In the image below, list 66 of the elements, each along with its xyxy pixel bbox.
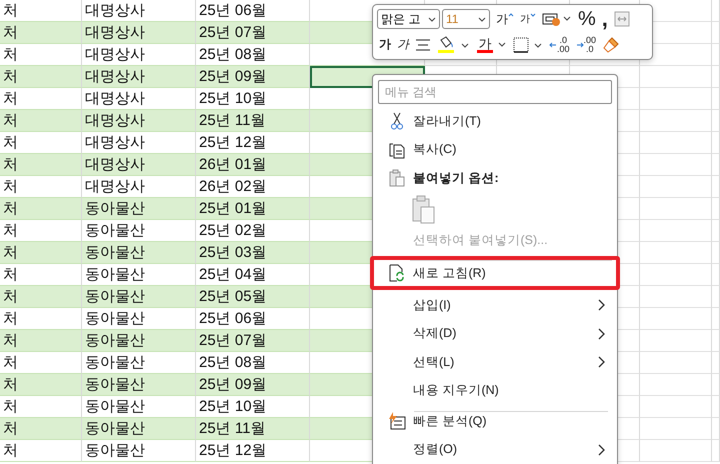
menu-item[interactable]: 잘라내기(T)	[374, 107, 616, 136]
table-cell: 처	[0, 22, 82, 44]
table-cell: 처	[0, 440, 82, 462]
decrease-font-size-button[interactable]: 가	[518, 8, 538, 30]
caret-up-icon	[508, 12, 514, 18]
italic-button[interactable]: 가	[395, 34, 411, 56]
table-cell: 대명상사	[82, 66, 196, 88]
table-cell: 동아물산	[82, 374, 196, 396]
menu-section-heading: 붙여넣기 옵션:	[374, 164, 616, 192]
clipboard-icon	[388, 169, 404, 188]
table-cell: 동아물산	[82, 198, 196, 220]
font-color-button[interactable]: 가	[475, 34, 509, 56]
table-cell: 동아물산	[82, 440, 196, 462]
menu-item[interactable]: 복사(C)	[374, 136, 616, 164]
table-cell: 25년 09월	[196, 66, 310, 88]
chevron-down-icon	[478, 16, 486, 22]
table-cell: 25년 05월	[196, 286, 310, 308]
scissors-icon	[390, 112, 402, 130]
table-cell: 25년 07월	[196, 22, 310, 44]
table-cell: 처	[0, 154, 82, 176]
menu-search-field[interactable]: 메뉴 검색	[378, 80, 612, 104]
quick-analysis-icon	[388, 412, 406, 430]
menu-item[interactable]: 새로 고침(R)	[370, 256, 620, 290]
table-cell: 25년 01월	[196, 198, 310, 220]
table-cell: 대명상사	[82, 22, 196, 44]
table-cell: 처	[0, 66, 82, 88]
table-cell: 대명상사	[82, 110, 196, 132]
bold-button[interactable]: 가	[377, 34, 393, 56]
increase-font-size-button[interactable]: 가	[494, 8, 516, 30]
refresh-icon	[388, 264, 404, 282]
table-cell: 처	[0, 330, 82, 352]
comma-style-button[interactable]: ,	[600, 8, 610, 30]
decrease-decimal-button[interactable]: .00 .0	[574, 34, 598, 56]
align-center-icon	[415, 38, 431, 52]
arrow-right-icon	[576, 42, 584, 48]
table-cell: 25년 11월	[196, 110, 310, 132]
table-cell: 26년 01월	[196, 154, 310, 176]
table-cell: 처	[0, 110, 82, 132]
table-cell: 처	[0, 198, 82, 220]
table-cell: 25년 12월	[196, 440, 310, 462]
table-cell: 동아물산	[82, 330, 196, 352]
menu-item[interactable]: 선택(L)	[374, 348, 616, 376]
table-cell: 25년 11월	[196, 418, 310, 440]
table-cell: 처	[0, 242, 82, 264]
menu-item[interactable]: 삽입(I)	[374, 291, 616, 320]
copy-icon	[388, 140, 404, 159]
chevron-down-icon	[428, 16, 436, 22]
table-cell: 처	[0, 374, 82, 396]
table-cell: 대명상사	[82, 154, 196, 176]
table-cell: 동아물산	[82, 286, 196, 308]
percent-button[interactable]: %	[576, 8, 598, 30]
table-cell: 25년 09월	[196, 374, 310, 396]
increase-decimal-button[interactable]: .0 .00	[547, 34, 572, 56]
caret-down-icon	[530, 12, 536, 18]
menu-item[interactable]: 내용 지우기(N)	[374, 376, 616, 405]
table-cell: 25년 03월	[196, 242, 310, 264]
menu-item[interactable]: 삭제(D)	[374, 320, 616, 348]
menu-item[interactable]: 정렬(O)	[374, 436, 616, 464]
table-cell: 처	[0, 286, 82, 308]
chevron-down-icon	[497, 42, 507, 48]
table-cell: 처	[0, 418, 82, 440]
font-dropdown[interactable]: 맑은 고	[377, 9, 440, 30]
table-cell: 동아물산	[82, 242, 196, 264]
table-cell: 동아물산	[82, 418, 196, 440]
table-cell: 25년 07월	[196, 330, 310, 352]
arrow-left-icon	[549, 42, 557, 48]
